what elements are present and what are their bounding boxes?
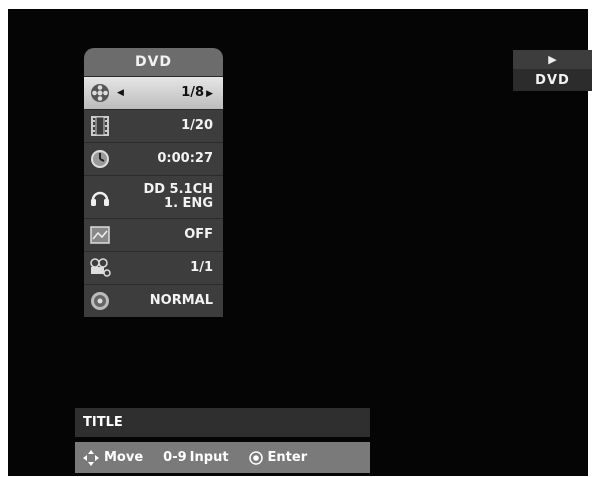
camera-angle-icon (89, 257, 111, 279)
osd-row-value: DD 5.1CH 1. ENG (143, 183, 213, 211)
title-reel-icon (89, 82, 111, 104)
increment-arrow-icon[interactable]: ▶ (206, 89, 213, 99)
audio-format: DD 5.1CH (143, 182, 213, 197)
disc-type-label: DVD (513, 69, 592, 91)
osd-row-sound[interactable]: NORMAL (84, 284, 223, 317)
osd-row-value: NORMAL (149, 293, 213, 308)
title-label: TITLE (83, 415, 123, 430)
osd-row-audio[interactable]: DD 5.1CH 1. ENG (84, 175, 223, 218)
tv-screen: ▶ DVD DVD ◀ 1/8 ▶ 1/20 0:00:27 DD 5.1CH … (8, 9, 592, 476)
osd-row-value: 1/1 (190, 260, 213, 275)
osd-row-value: OFF (184, 227, 213, 242)
osd-row-subtitle[interactable]: OFF (84, 218, 223, 251)
osd-row-title[interactable]: ◀ 1/8 ▶ (84, 76, 223, 109)
help-move: Move (83, 449, 143, 466)
help-enter: Enter (248, 450, 307, 465)
osd-menu: DVD ◀ 1/8 ▶ 1/20 0:00:27 DD 5.1CH 1. ENG… (84, 48, 223, 317)
clock-icon (89, 148, 111, 170)
headphones-icon (89, 186, 111, 208)
subtitle-icon (89, 224, 111, 246)
osd-row-chapter[interactable]: 1/20 (84, 109, 223, 142)
title-bar: TITLE (75, 408, 370, 437)
osd-row-value: 0:00:27 (157, 151, 213, 166)
osd-row-value: 1/8 ▶ (181, 84, 213, 100)
osd-row-angle[interactable]: 1/1 (84, 251, 223, 284)
osd-header: DVD (84, 48, 223, 76)
move-arrows-icon (83, 449, 99, 466)
enter-button-icon (248, 450, 263, 465)
help-input: 0-9 Input (163, 450, 229, 465)
help-bar: Move 0-9 Input Enter (75, 442, 370, 473)
audio-language: 1. ENG (164, 196, 213, 211)
play-icon: ▶ (548, 53, 557, 66)
number-keys: 0-9 (163, 450, 187, 465)
disc-status: ▶ DVD (513, 50, 592, 91)
decrement-arrow-icon[interactable]: ◀ (117, 88, 124, 98)
osd-row-time[interactable]: 0:00:27 (84, 142, 223, 175)
speaker-icon (89, 290, 111, 312)
osd-row-value: 1/20 (181, 118, 213, 133)
chapter-film-icon (89, 115, 111, 137)
play-indicator: ▶ (513, 50, 592, 69)
